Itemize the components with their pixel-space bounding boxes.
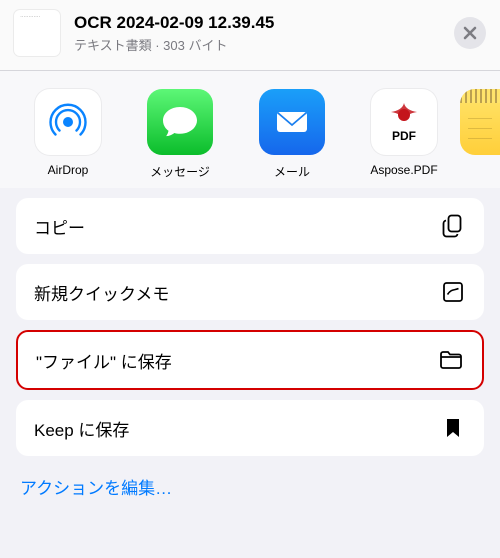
app-airdrop[interactable]: AirDrop [12, 89, 124, 180]
action-card-save-files: "ファイル" に保存 [16, 330, 484, 390]
app-notes[interactable] [460, 89, 500, 180]
app-label: メッセージ [150, 163, 210, 180]
action-quick-note[interactable]: 新規クイックメモ [16, 264, 484, 320]
notes-icon [460, 89, 500, 155]
app-label: AirDrop [48, 163, 89, 177]
edit-actions-link[interactable]: アクションを編集… [16, 466, 484, 499]
app-label: Aspose.PDF [370, 163, 437, 177]
actions-list: コピー 新規クイックメモ "ファイル" に保存 Keep に保存 [0, 188, 500, 503]
action-card-copy: コピー [16, 198, 484, 254]
folder-icon [438, 350, 464, 370]
action-label: 新規クイックメモ [34, 280, 169, 305]
file-info: OCR 2024-02-09 12.39.45 テキスト書類 · 303 バイト [74, 13, 454, 54]
action-label: コピー [34, 214, 85, 239]
action-save-to-files[interactable]: "ファイル" に保存 [18, 332, 482, 388]
pdf-caption: PDF [392, 129, 416, 143]
app-messages[interactable]: メッセージ [124, 89, 236, 180]
copy-icon [440, 214, 466, 238]
app-share-row: AirDrop メッセージ メール PDF Aspose.PDF [0, 71, 500, 188]
pdf-icon: PDF [371, 89, 437, 155]
action-card-keep: Keep に保存 [16, 400, 484, 456]
action-label: "ファイル" に保存 [36, 348, 172, 373]
close-icon [463, 26, 477, 40]
file-meta: テキスト書類 · 303 バイト [74, 35, 454, 54]
file-title: OCR 2024-02-09 12.39.45 [74, 13, 454, 33]
app-aspose-pdf[interactable]: PDF Aspose.PDF [348, 89, 460, 180]
app-mail[interactable]: メール [236, 89, 348, 180]
messages-icon [147, 89, 213, 155]
mail-icon [259, 89, 325, 155]
share-sheet-header: OCR 2024-02-09 12.39.45 テキスト書類 · 303 バイト [0, 0, 500, 70]
action-copy[interactable]: コピー [16, 198, 484, 254]
close-button[interactable] [454, 17, 486, 49]
action-label: Keep に保存 [34, 416, 129, 441]
action-card-notes: 新規クイックメモ [16, 264, 484, 320]
quick-note-icon [440, 281, 466, 303]
airdrop-icon [35, 89, 101, 155]
app-label: メール [274, 163, 310, 180]
file-thumbnail [14, 10, 60, 56]
action-save-to-keep[interactable]: Keep に保存 [16, 400, 484, 456]
bookmark-icon [440, 418, 466, 438]
